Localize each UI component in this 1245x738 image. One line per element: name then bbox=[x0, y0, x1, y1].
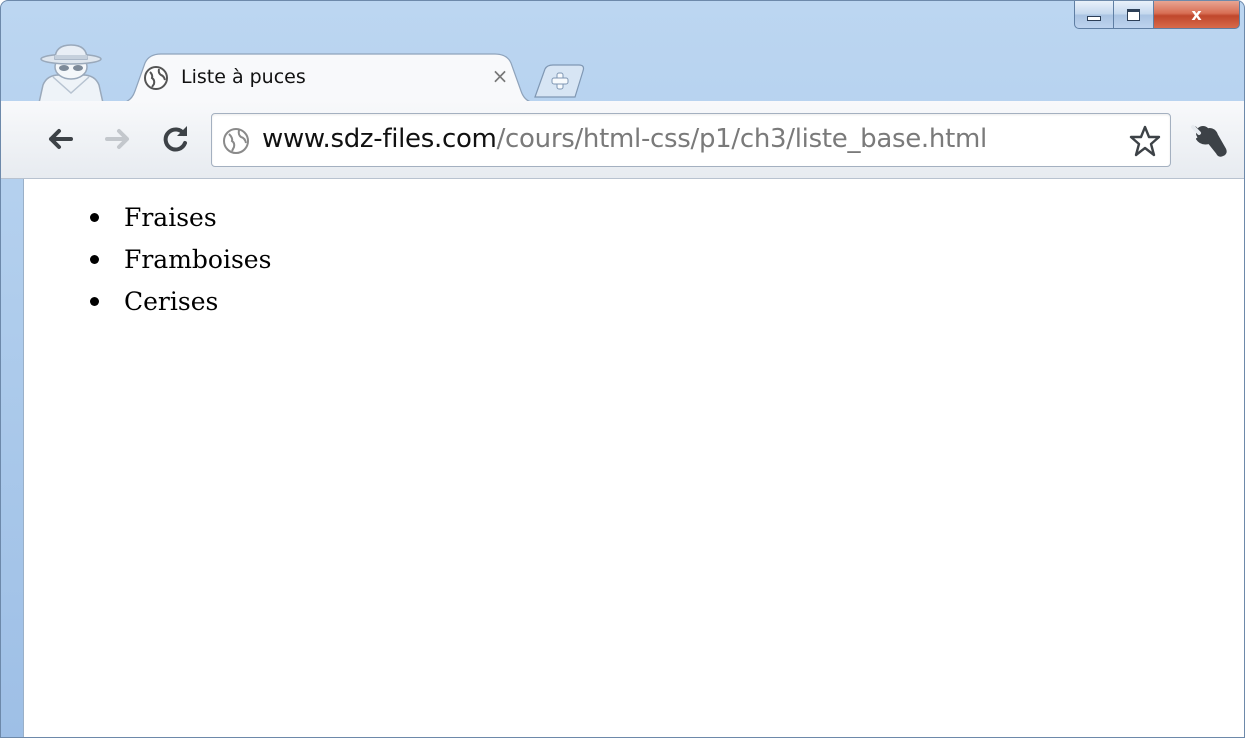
tab-close-button[interactable]: × bbox=[489, 63, 511, 89]
tab-liste-a-puces[interactable]: Liste à puces × bbox=[119, 53, 537, 103]
list-item: Fraises bbox=[89, 197, 271, 239]
forward-arrow-icon[interactable] bbox=[99, 121, 135, 157]
page-viewport: Fraises Framboises Cerises bbox=[23, 179, 1244, 737]
tab-title: Liste à puces bbox=[181, 66, 306, 88]
minimize-icon bbox=[1087, 16, 1101, 21]
star-icon[interactable] bbox=[1128, 124, 1162, 158]
reload-icon[interactable] bbox=[157, 121, 193, 157]
list-item: Framboises bbox=[89, 239, 271, 281]
close-window-button[interactable]: x bbox=[1154, 1, 1240, 29]
address-bar[interactable]: www.sdz-files.com/cours/html-css/p1/ch3/… bbox=[211, 113, 1171, 167]
new-tab-icon[interactable] bbox=[531, 63, 589, 99]
globe-icon bbox=[223, 128, 249, 154]
bullet-list: Fraises Framboises Cerises bbox=[89, 197, 271, 323]
close-icon: x bbox=[1191, 5, 1202, 24]
url-host: www.sdz-files.com bbox=[262, 124, 497, 154]
back-arrow-icon[interactable] bbox=[43, 121, 79, 157]
url-path: /cours/html-css/p1/ch3/liste_base.html bbox=[496, 124, 988, 154]
browser-toolbar: www.sdz-files.com/cours/html-css/p1/ch3/… bbox=[1, 101, 1244, 179]
globe-icon bbox=[144, 66, 168, 90]
list-item: Cerises bbox=[89, 281, 271, 323]
window-controls: x bbox=[1074, 1, 1240, 31]
maximize-icon bbox=[1127, 8, 1140, 21]
url-text: www.sdz-files.com/cours/html-css/p1/ch3/… bbox=[262, 124, 987, 154]
maximize-button[interactable] bbox=[1114, 1, 1154, 29]
incognito-icon bbox=[38, 44, 104, 103]
browser-window: x Liste à puces × www.sdz-files.com/cour… bbox=[0, 0, 1245, 738]
wrench-icon[interactable] bbox=[1189, 121, 1229, 159]
minimize-button[interactable] bbox=[1074, 1, 1114, 29]
